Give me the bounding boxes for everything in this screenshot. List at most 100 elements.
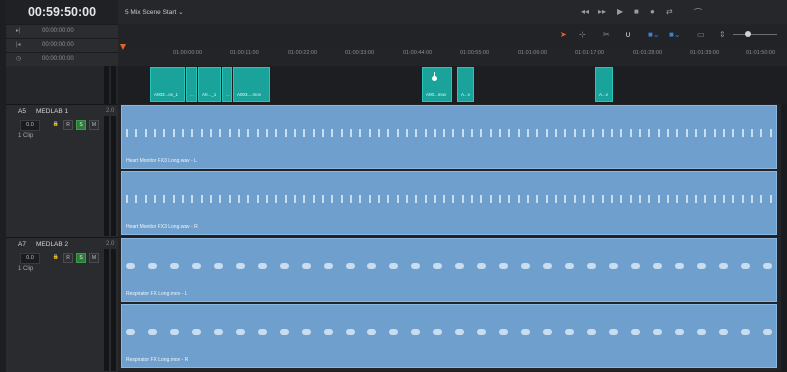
ruler-label: 01:00:44:00 bbox=[403, 50, 433, 56]
track-header-a5[interactable]: A5 MEDLAB 1 2.0 0.0 🔒 R S M 1 Clip bbox=[6, 104, 118, 237]
snapping-icon[interactable]: ∪ bbox=[625, 30, 631, 39]
waveform-peak bbox=[648, 129, 651, 137]
audio-meter bbox=[104, 116, 109, 236]
waveform-peak bbox=[323, 263, 333, 269]
waveform-peak bbox=[652, 329, 662, 335]
track-volume[interactable]: 0.0 bbox=[20, 120, 40, 131]
waveform-peak bbox=[639, 129, 642, 137]
video-clip[interactable]: A...v bbox=[595, 67, 613, 102]
audio-meter bbox=[111, 66, 116, 104]
waveform-peak bbox=[200, 129, 203, 137]
zoom-icon[interactable]: ⇕ bbox=[719, 30, 726, 39]
waveform-peak bbox=[396, 129, 399, 137]
record-arm-button[interactable]: R bbox=[63, 253, 73, 263]
video-clip[interactable]: A...v bbox=[457, 67, 474, 102]
waveform-peak bbox=[667, 129, 670, 137]
fast-forward-icon[interactable]: ▸▸ bbox=[598, 7, 606, 16]
waveform-peak bbox=[424, 129, 427, 137]
marker-color-icon[interactable]: ■⌄ bbox=[669, 30, 681, 39]
timeline-ruler[interactable] bbox=[118, 46, 787, 67]
track-name[interactable]: MEDLAB 2 bbox=[36, 241, 68, 248]
ruler-label: 01:00:33:00 bbox=[345, 50, 375, 56]
clip-marker[interactable] bbox=[432, 76, 437, 81]
zoom-slider-handle[interactable] bbox=[745, 31, 751, 37]
audio-meter bbox=[111, 116, 116, 236]
flag-color-icon[interactable]: ■⌄ bbox=[648, 30, 660, 39]
track-header-a7[interactable]: A7 MEDLAB 2 2.0 0.0 🔒 R S M 1 Clip bbox=[6, 237, 118, 372]
solo-button[interactable]: S bbox=[76, 253, 86, 263]
waveform-peak bbox=[235, 263, 245, 269]
video-clip[interactable]: ... bbox=[222, 67, 232, 102]
audio-clip[interactable]: Heart Monitor FX3 Long.wav - R bbox=[121, 171, 777, 235]
waveform-peak bbox=[213, 263, 223, 269]
audio-clip[interactable]: Respirator FX Long.mov - R bbox=[121, 304, 777, 368]
waveform-peak bbox=[172, 129, 175, 137]
lock-icon[interactable]: 🔒 bbox=[52, 120, 60, 128]
duration-timecode[interactable]: ◷ 00:00:00:00 bbox=[6, 52, 118, 66]
audio-clip[interactable]: Heart Monitor FX3 Long.wav - L bbox=[121, 105, 777, 169]
rewind-icon[interactable]: ◂◂ bbox=[581, 7, 589, 16]
waveform-peak bbox=[340, 129, 343, 137]
video-clip[interactable]: A0..._1 bbox=[198, 67, 221, 102]
waveform-peak bbox=[723, 129, 725, 137]
waveform-peak bbox=[368, 129, 371, 137]
video-clip[interactable]: A003....mov bbox=[233, 67, 270, 102]
mute-button[interactable]: M bbox=[89, 253, 99, 263]
waveform-peak bbox=[750, 129, 753, 137]
waveform-peak bbox=[592, 195, 595, 203]
waveform-peak bbox=[396, 195, 399, 203]
waveform-peak bbox=[235, 329, 245, 335]
mute-button[interactable]: M bbox=[89, 120, 99, 130]
video-clip[interactable]: A00...mov bbox=[422, 67, 452, 102]
loop-icon[interactable]: ⇄ bbox=[666, 7, 673, 16]
video-clip[interactable]: ... bbox=[186, 67, 197, 102]
razor-tool-icon[interactable]: ✂ bbox=[603, 30, 610, 39]
waveform-peak bbox=[461, 195, 464, 203]
waveform-peak bbox=[583, 129, 586, 137]
waveform-peak bbox=[657, 129, 660, 137]
waveform-peak bbox=[517, 195, 520, 203]
waveform-peak bbox=[652, 263, 662, 269]
waveform-peak bbox=[555, 195, 558, 203]
out-point-timecode[interactable]: |◂ 00:00:00:00 bbox=[6, 38, 118, 52]
track-name[interactable]: MEDLAB 1 bbox=[36, 108, 68, 115]
playhead-marker[interactable] bbox=[120, 44, 126, 50]
waveform-peak bbox=[181, 195, 184, 203]
stop-icon[interactable]: ■ bbox=[634, 7, 639, 16]
range-tool-icon[interactable]: ⊹ bbox=[579, 30, 586, 39]
waveform-peak bbox=[147, 329, 157, 335]
audio-clip[interactable]: Respirator FX Long.mov - L bbox=[121, 238, 777, 302]
track-volume[interactable]: 0.0 bbox=[20, 253, 40, 264]
video-clip[interactable]: A003...ov_1 bbox=[150, 67, 185, 102]
waveform-peak bbox=[191, 129, 194, 137]
waveform-peak bbox=[740, 329, 750, 335]
lock-icon[interactable]: 🔒 bbox=[52, 253, 60, 261]
timecode-display[interactable]: 00:59:50:00 bbox=[6, 0, 118, 24]
track-id: A5 bbox=[18, 108, 26, 115]
play-icon[interactable]: ▶ bbox=[617, 7, 623, 16]
solo-button[interactable]: S bbox=[76, 120, 86, 130]
zoom-slider[interactable] bbox=[733, 34, 777, 35]
waveform-peak bbox=[685, 195, 688, 203]
selection-tool-icon[interactable]: ➤ bbox=[560, 30, 567, 39]
ruler-label: 01:00:55:00 bbox=[460, 50, 490, 56]
waveform-peak bbox=[312, 195, 315, 203]
waveform-peak bbox=[676, 195, 679, 203]
waveform-peak bbox=[411, 263, 421, 269]
timeline-selector[interactable]: 5 Mix Scene Start ⌄ bbox=[125, 8, 184, 16]
waveform-peak bbox=[741, 129, 744, 137]
waveform-peak bbox=[704, 195, 707, 203]
in-point-timecode[interactable]: ▸| 00:00:00:00 bbox=[6, 24, 118, 38]
vertical-scrollbar[interactable] bbox=[781, 104, 787, 371]
record-arm-button[interactable]: R bbox=[63, 120, 73, 130]
audio-meter bbox=[104, 249, 109, 371]
record-icon[interactable]: ● bbox=[650, 7, 655, 16]
waveform-peak bbox=[321, 129, 324, 137]
waveform-peak bbox=[499, 129, 502, 137]
waveform-peak bbox=[480, 195, 483, 203]
waveform-peak bbox=[508, 195, 511, 203]
automation-icon[interactable]: ⌒ bbox=[694, 7, 702, 18]
audio-clip-name: Respirator FX Long.mov - R bbox=[126, 357, 189, 363]
waveform-peak bbox=[228, 195, 231, 203]
track-height-icon[interactable]: ▭ bbox=[697, 30, 705, 39]
